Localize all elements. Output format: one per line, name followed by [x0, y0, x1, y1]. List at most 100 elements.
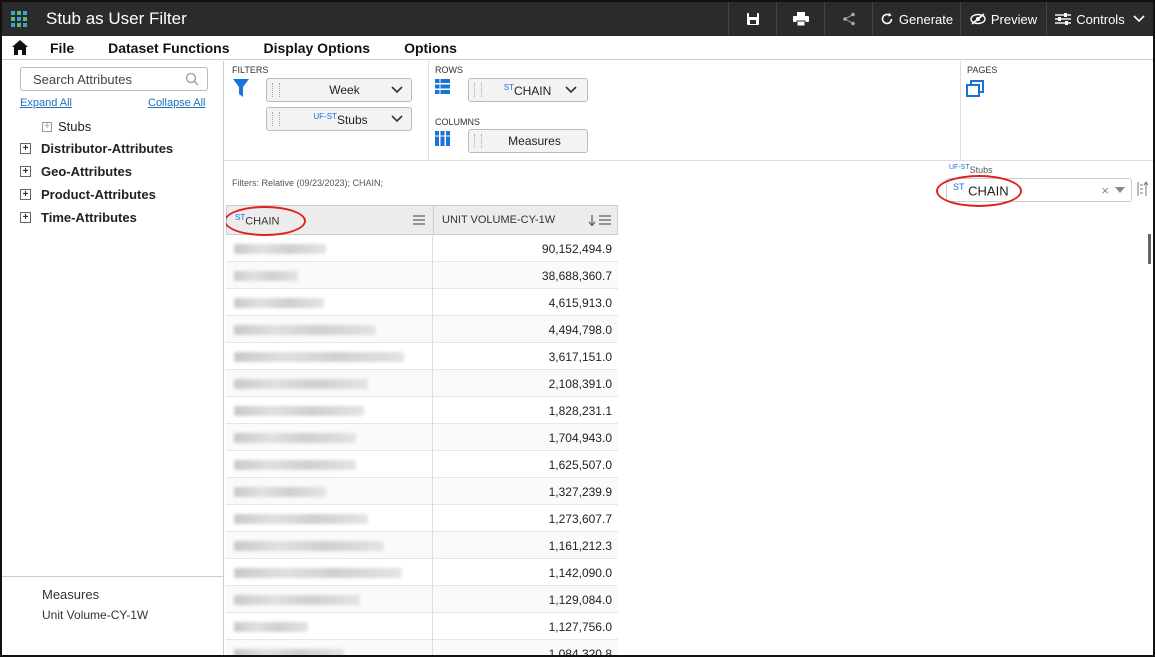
menu-icon[interactable]	[599, 215, 611, 225]
chevron-down-icon[interactable]	[391, 115, 403, 123]
drag-handle-icon[interactable]	[474, 83, 482, 97]
menu-icon[interactable]	[413, 215, 425, 225]
tree-item-label: Product-Attributes	[41, 187, 156, 202]
attributes-panel: Search Attributes Expand All Collapse Al…	[2, 61, 224, 655]
table-row[interactable]: 1,142,090.0	[226, 559, 618, 586]
collapse-all-link[interactable]: Collapse All	[148, 97, 205, 109]
redacted-chain-name	[234, 379, 368, 389]
table-row[interactable]: 4,494,798.0	[226, 316, 618, 343]
table-row[interactable]: 1,327,239.9	[226, 478, 618, 505]
tree-item-stubs[interactable]: + Stubs	[42, 119, 91, 134]
share-icon	[842, 12, 855, 26]
unit-volume-cell: 1,828,231.1	[548, 404, 612, 418]
save-button[interactable]	[728, 2, 776, 36]
filters-label: FILTERS	[232, 65, 269, 75]
column-header-unit-volume[interactable]: UNIT VOLUME-CY-1W	[433, 205, 618, 235]
eye-slash-icon	[970, 13, 986, 25]
filter-pill-text: UF-STStubs	[280, 112, 391, 127]
tree-item-distributor-attributes[interactable]: + Distributor-Attributes	[20, 141, 173, 156]
print-icon	[792, 12, 809, 26]
unit-volume-cell: 1,127,756.0	[548, 620, 612, 634]
measure-item[interactable]: Unit Volume-CY-1W	[42, 608, 148, 622]
rows-icon	[435, 79, 450, 94]
table-row[interactable]: 1,084,320.8	[226, 640, 618, 655]
controls-label: Controls	[1076, 11, 1125, 27]
table-row[interactable]: 2,108,391.0	[226, 370, 618, 397]
redacted-chain-name	[234, 568, 402, 578]
redacted-chain-name	[234, 460, 356, 470]
table-row[interactable]: 1,161,212.3	[226, 532, 618, 559]
table-row[interactable]: 1,273,607.7	[226, 505, 618, 532]
menu-display-options[interactable]: Display Options	[263, 40, 370, 56]
user-filter-caption: UF-STStubs	[949, 164, 993, 175]
unit-volume-cell: 2,108,391.0	[548, 377, 612, 391]
preview-button[interactable]: Preview	[960, 2, 1046, 36]
redacted-chain-name	[234, 433, 356, 443]
shelf-area: FILTERS Week UF-STStubs ROWS STCHAIN COL…	[224, 61, 1153, 161]
refresh-icon	[881, 12, 893, 25]
data-grid: STCHAIN UNIT VOLUME-CY-1W 90,152,494.9 38…	[226, 205, 618, 655]
scrollbar-thumb[interactable]	[1148, 234, 1151, 264]
columns-pill-measures[interactable]: Measures	[468, 129, 588, 153]
chain-cell	[226, 478, 433, 505]
rows-label: ROWS	[435, 65, 463, 75]
column-header-label: UNIT VOLUME-CY-1W	[442, 214, 556, 226]
menu-file[interactable]: File	[50, 40, 74, 56]
controls-button[interactable]: Controls	[1046, 2, 1153, 36]
menu-dataset-functions[interactable]: Dataset Functions	[108, 40, 229, 56]
menu-bar: File Dataset Functions Display Options O…	[2, 36, 1153, 60]
chevron-down-icon[interactable]	[391, 86, 403, 94]
table-row[interactable]: 1,704,943.0	[226, 424, 618, 451]
measures-header: Measures	[42, 587, 100, 602]
print-button[interactable]	[776, 2, 824, 36]
table-row[interactable]: 1,129,084.0	[226, 586, 618, 613]
search-attributes-input[interactable]: Search Attributes	[20, 67, 208, 91]
unit-volume-cell: 1,273,607.7	[548, 512, 612, 526]
unit-volume-cell: 1,161,212.3	[548, 539, 612, 553]
redacted-chain-name	[234, 622, 308, 632]
expand-icon[interactable]: +	[42, 121, 52, 132]
sort-down-icon[interactable]	[588, 214, 596, 226]
drag-handle-icon[interactable]	[474, 134, 482, 148]
shelf-divider	[960, 61, 961, 161]
tree-item-time-attributes[interactable]: + Time-Attributes	[20, 210, 137, 225]
filter-pill-week[interactable]: Week	[266, 78, 412, 102]
table-row[interactable]: 1,625,507.0	[226, 451, 618, 478]
unit-volume-cell: 1,129,084.0	[548, 593, 612, 607]
filter-pill-label: Week	[329, 83, 360, 97]
generate-button[interactable]: Generate	[872, 2, 960, 36]
expand-icon[interactable]: +	[20, 166, 31, 177]
table-row[interactable]: 1,127,756.0	[226, 613, 618, 640]
search-placeholder: Search Attributes	[33, 72, 132, 87]
share-button[interactable]	[824, 2, 872, 36]
menu-options[interactable]: Options	[404, 40, 457, 56]
rows-pill-chain[interactable]: STCHAIN	[468, 78, 588, 102]
expand-all-link[interactable]: Expand All	[20, 97, 72, 109]
home-icon[interactable]	[2, 40, 38, 55]
chain-cell	[226, 289, 433, 316]
clear-icon[interactable]: ×	[1101, 183, 1109, 198]
drag-handle-icon[interactable]	[272, 83, 280, 97]
expand-icon[interactable]: +	[20, 143, 31, 154]
expand-icon[interactable]: +	[20, 189, 31, 200]
unit-volume-cell: 1,625,507.0	[548, 458, 612, 472]
expand-icon[interactable]: +	[20, 212, 31, 223]
pages-label: PAGES	[967, 65, 998, 75]
table-row[interactable]: 4,615,913.0	[226, 289, 618, 316]
caret-down-icon[interactable]	[1115, 187, 1125, 193]
filter-pill-stubs[interactable]: UF-STStubs	[266, 107, 412, 131]
redacted-chain-name	[234, 649, 344, 655]
tree-item-geo-attributes[interactable]: + Geo-Attributes	[20, 164, 132, 179]
measures-panel: Measures Unit Volume-CY-1W	[2, 576, 223, 655]
drag-handle-icon[interactable]	[272, 112, 280, 126]
tree-item-product-attributes[interactable]: + Product-Attributes	[20, 187, 156, 202]
table-row[interactable]: 38,688,360.7	[226, 262, 618, 289]
pill-prefix: ST	[503, 82, 514, 92]
sort-list-icon[interactable]	[1137, 181, 1149, 197]
chevron-down-icon[interactable]	[565, 86, 577, 94]
table-row[interactable]: 90,152,494.9	[226, 235, 618, 262]
table-row[interactable]: 1,828,231.1	[226, 397, 618, 424]
chain-cell	[226, 343, 433, 370]
table-row[interactable]: 3,617,151.0	[226, 343, 618, 370]
app-logo-icon	[2, 2, 36, 36]
